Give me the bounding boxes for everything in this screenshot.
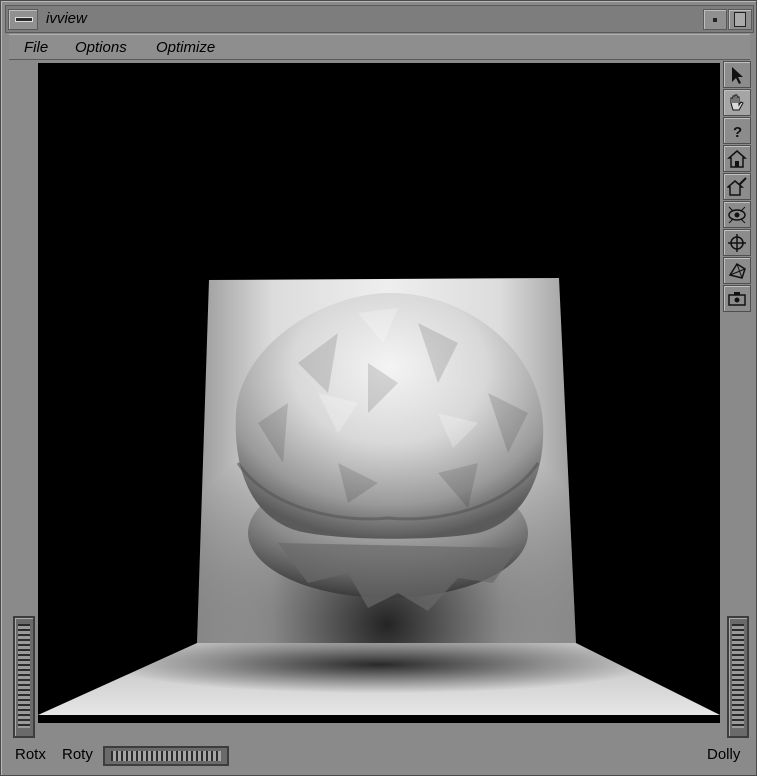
select-arrow-icon[interactable] — [723, 61, 751, 88]
home-icon[interactable] — [723, 145, 751, 172]
menu-file[interactable]: File — [24, 39, 48, 56]
window-title: ivview — [46, 10, 87, 27]
scene-render — [38, 278, 720, 715]
menu-optimize[interactable]: Optimize — [156, 39, 215, 56]
camera-icon[interactable] — [723, 285, 751, 312]
dolly-thumbwheel[interactable] — [727, 616, 749, 738]
roty-thumbwheel[interactable] — [103, 746, 229, 766]
perspective-icon[interactable] — [723, 257, 751, 284]
window-menu-button[interactable] — [8, 9, 38, 30]
rotx-thumbwheel[interactable] — [13, 616, 35, 738]
set-home-icon[interactable] — [723, 173, 751, 200]
3d-viewer[interactable] — [38, 63, 720, 723]
help-question-icon[interactable]: ? — [723, 117, 751, 144]
minimize-button[interactable] — [703, 9, 727, 30]
view-hand-icon[interactable] — [723, 89, 751, 116]
title-bar[interactable]: ivview — [5, 5, 754, 33]
rotx-label: Rotx — [15, 746, 46, 763]
seek-crosshair-icon[interactable] — [723, 229, 751, 256]
ivview-window: ivview File Options Optimize ? Rotx Roty… — [0, 0, 757, 776]
menu-options[interactable]: Options — [75, 39, 127, 56]
menu-bar: File Options Optimize — [9, 34, 750, 60]
dolly-label: Dolly — [707, 746, 741, 763]
svg-text:?: ? — [733, 124, 742, 141]
roty-label: Roty — [62, 746, 93, 763]
view-all-icon[interactable] — [723, 201, 751, 228]
maximize-button[interactable] — [728, 9, 752, 30]
